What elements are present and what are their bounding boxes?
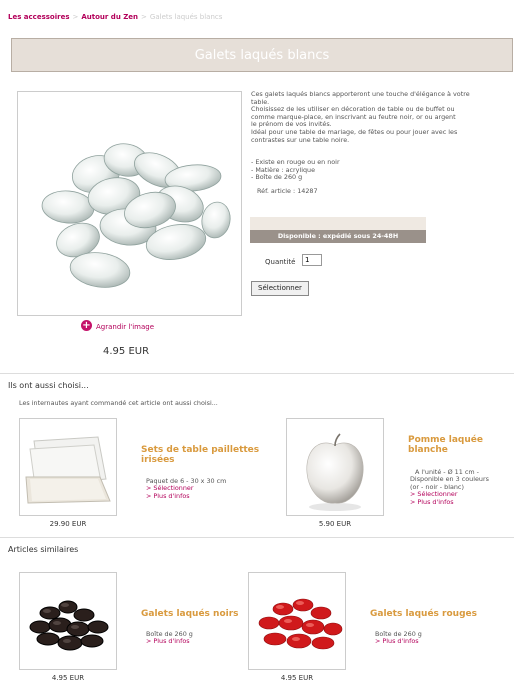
description-line: Ces galets laqués blancs apporteront une…: [251, 91, 470, 98]
also-chosen-item-info: Paquet de 6 - 30 x 30 cm > Sélectionner …: [146, 477, 226, 500]
also-chosen-item-title[interactable]: Sets de table paillettes irisées: [141, 445, 259, 465]
product-features: - Existe en rouge ou en noir - Matière :…: [251, 158, 340, 182]
similar-item-title[interactable]: Galets laqués noirs: [141, 609, 239, 619]
also-chosen-item-price: 5.90 EUR: [318, 520, 352, 528]
quantity-label: Quantité: [265, 258, 296, 266]
similar-title: Articles similaires: [8, 545, 79, 554]
also-chosen-item-price: 29.90 EUR: [49, 520, 87, 528]
item-title-line: Pomme laquée: [408, 435, 483, 445]
breadcrumb-separator: >: [72, 13, 79, 21]
breadcrumb-current: Galets laqués blancs: [149, 13, 223, 21]
item-title-line: blanche: [408, 445, 448, 455]
also-chosen-item-image[interactable]: [19, 418, 117, 516]
also-chosen-item-image[interactable]: [286, 418, 384, 516]
also-chosen-title: Ils ont aussi choisi...: [8, 381, 89, 390]
feature-item: - Boîte de 260 g: [251, 173, 303, 182]
white-pebbles-image: [41, 143, 231, 288]
enlarge-image-link[interactable]: Agrandir l'image: [96, 323, 154, 331]
breadcrumb-link-accessoires[interactable]: Les accessoires: [8, 13, 70, 21]
page-title: Galets laqués blancs: [194, 48, 330, 63]
breadcrumb-separator: >: [141, 13, 147, 21]
select-button[interactable]: Sélectionner: [251, 281, 309, 296]
also-chosen-item-title[interactable]: Pomme laquée blanche: [408, 435, 483, 455]
similar-item-info: Boîte de 260 g > Plus d'infos: [146, 630, 193, 646]
quantity-input[interactable]: [302, 254, 322, 266]
availability-status: Disponible : expédié sous 24-48H: [250, 230, 426, 243]
breadcrumb-link-autour-du-zen[interactable]: Autour du Zen: [81, 13, 138, 21]
divider: [0, 373, 514, 374]
black-pebbles-image: [29, 600, 109, 651]
similar-item-image[interactable]: [19, 572, 117, 670]
also-chosen-item-info: A l'unité - Ø 11 cm - Disponible en 3 co…: [410, 468, 489, 506]
breadcrumb: Les accessoires > Autour du Zen > Galets laq…: [8, 13, 222, 21]
item-more-info-link[interactable]: > Plus d'infos: [410, 498, 489, 506]
similar-item-price: 4.95 EUR: [280, 674, 314, 682]
white-apple-image: [306, 433, 364, 511]
product-description: Ces galets laqués blancs apporteront une…: [251, 91, 514, 144]
item-more-info-link[interactable]: > Plus d'infos: [375, 637, 422, 645]
description-line: contrastes sur une table noire.: [251, 135, 350, 144]
also-chosen-subtitle: Les internautes ayant commandé cet artic…: [19, 399, 218, 407]
divider: [0, 537, 514, 538]
product-price: 4.95 EUR: [103, 346, 150, 357]
product-image[interactable]: [17, 91, 242, 316]
placemats-image: [25, 436, 111, 504]
item-more-info-link[interactable]: > Plus d'infos: [146, 492, 226, 500]
item-title-line: irisées: [141, 455, 175, 465]
similar-item-title[interactable]: Galets laqués rouges: [370, 609, 477, 619]
product-reference: Réf. article : 14287: [257, 187, 318, 195]
red-pebbles-image: [258, 598, 343, 650]
similar-item-info: Boîte de 260 g > Plus d'infos: [375, 630, 422, 646]
item-title-line: Sets de table paillettes: [141, 445, 260, 455]
similar-item-image[interactable]: [248, 572, 346, 670]
product-title-bar: Galets laqués blancs: [11, 38, 513, 72]
availability-bar-top: [250, 217, 426, 230]
plus-circle-icon[interactable]: +: [81, 320, 92, 331]
similar-item-price: 4.95 EUR: [51, 674, 85, 682]
item-more-info-link[interactable]: > Plus d'infos: [146, 637, 193, 645]
